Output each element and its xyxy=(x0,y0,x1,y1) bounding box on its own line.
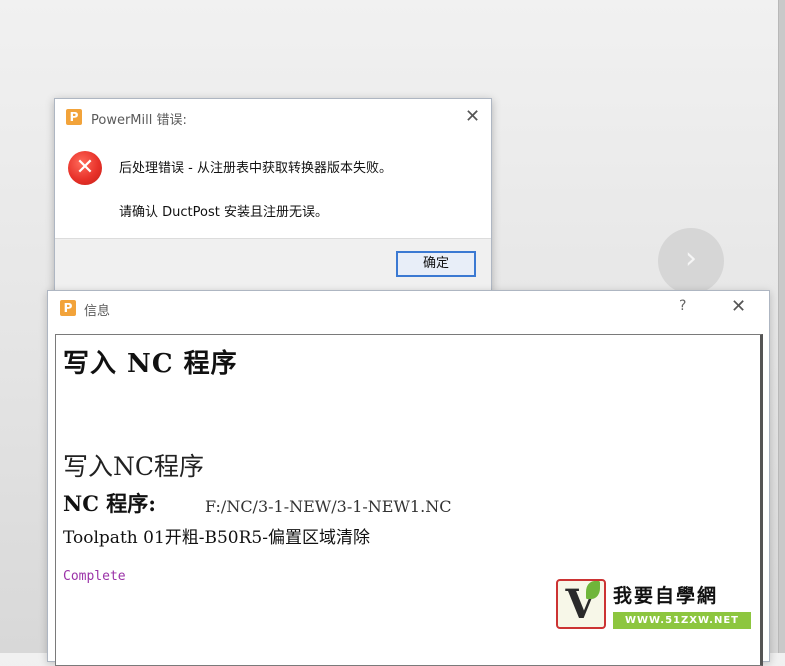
watermark-text: 我要自學網 xyxy=(613,585,719,607)
close-icon[interactable]: ✕ xyxy=(731,298,746,316)
nc-program-label: NC 程序: xyxy=(63,491,156,516)
powermill-logo-icon: P xyxy=(60,300,76,316)
ok-button[interactable]: 确定 xyxy=(396,251,476,277)
info-window-titlebar: P 信息 ? ✕ xyxy=(48,291,769,327)
content-subheading: 写入NC程序 xyxy=(63,452,205,481)
window-edge-scrollbar xyxy=(778,0,785,653)
watermark-url: WWW.51ZXW.NET xyxy=(613,612,751,629)
error-icon: ✕ xyxy=(68,151,102,185)
toolpath-line: Toolpath 01开粗-B50R5-偏置区域清除 xyxy=(63,528,370,548)
watermark-logo: V 我要自學網 WWW.51ZXW.NET xyxy=(556,579,752,631)
error-dialog: P PowerMill 错误: ✕ ✕ 后处理错误 - 从注册表中获取转换器版本… xyxy=(54,98,492,292)
error-dialog-titlebar: P PowerMill 错误: ✕ xyxy=(55,99,491,135)
close-icon[interactable]: ✕ xyxy=(465,108,480,126)
powermill-logo-icon: P xyxy=(66,109,82,125)
error-dialog-footer: 确定 xyxy=(55,238,491,291)
error-message-line2: 请确认 DuctPost 安装且注册无误。 xyxy=(119,205,328,220)
info-window-title: 信息 xyxy=(84,304,111,319)
nc-program-path: F:/NC/3-1-NEW/3-1-NEW1.NC xyxy=(205,497,452,516)
error-message-line1: 后处理错误 - 从注册表中获取转换器版本失败。 xyxy=(119,161,392,176)
status-text: Complete xyxy=(63,569,126,584)
content-heading: 写入 NC 程序 xyxy=(63,349,238,379)
help-icon[interactable]: ? xyxy=(679,298,686,314)
chevron-right-icon[interactable]: › xyxy=(658,228,724,294)
error-dialog-title: PowerMill 错误: xyxy=(91,113,187,128)
